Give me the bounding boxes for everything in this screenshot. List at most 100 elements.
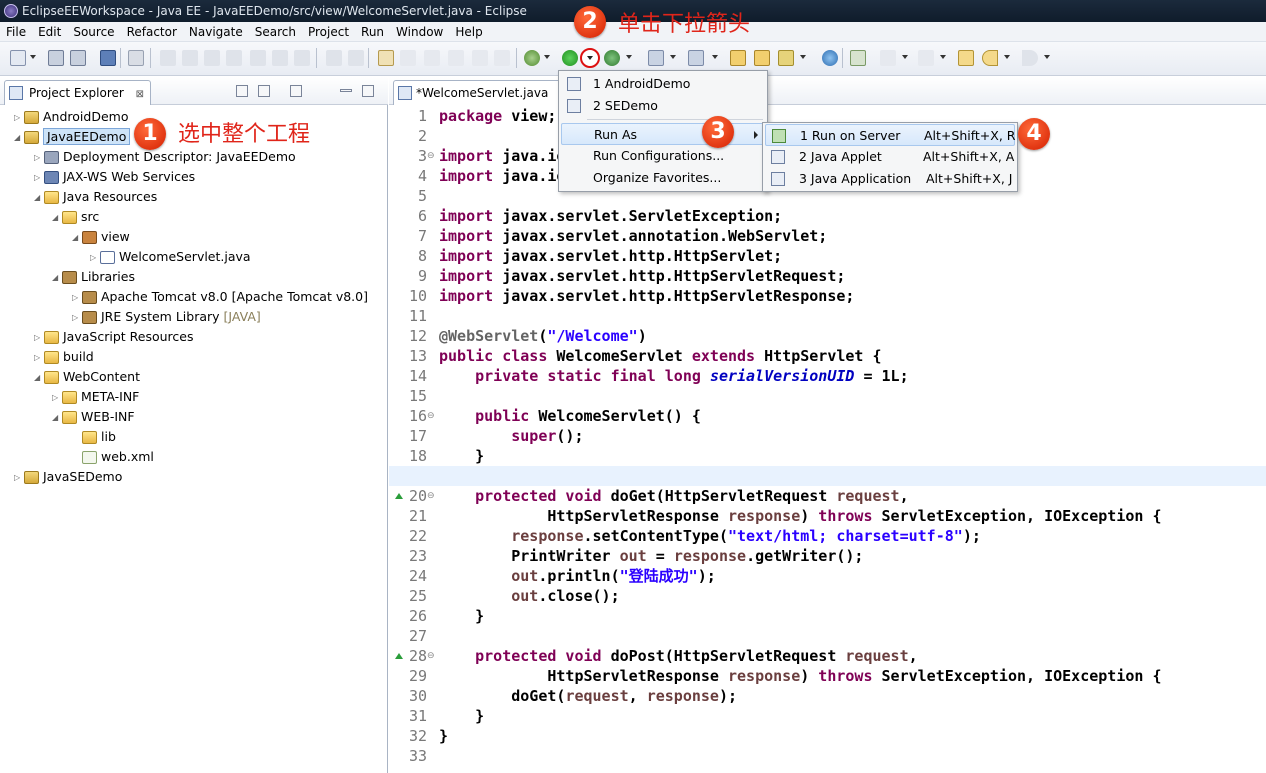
disconnect-icon[interactable] [226, 50, 242, 66]
web-browser-icon[interactable] [400, 50, 416, 66]
fold-toggle-icon[interactable]: ⊖ [427, 651, 435, 661]
tree-item-lib[interactable]: lib [72, 427, 116, 447]
minimize-icon[interactable] [340, 89, 352, 92]
run-icon[interactable] [562, 50, 578, 66]
menu-window[interactable]: Window [390, 22, 449, 42]
tree-item-meta-inf[interactable]: ▷ META-INF [52, 387, 139, 407]
fold-toggle-icon[interactable]: ⊖ [427, 491, 435, 501]
collapse-arrow-icon[interactable]: ◢ [52, 268, 62, 288]
menu-help[interactable]: Help [449, 22, 488, 42]
run-dropdown-arrow[interactable] [580, 48, 600, 68]
previous-annotation-icon[interactable] [918, 50, 934, 66]
fold-toggle-icon[interactable]: ⊖ [427, 411, 435, 421]
open-console-icon[interactable] [100, 50, 116, 66]
close-icon[interactable]: ⊠ [136, 82, 144, 107]
menu-item-java-application[interactable]: 3 Java Application Alt+Shift+X, J [765, 168, 1015, 190]
tree-item-web-xml[interactable]: web.xml [72, 447, 154, 467]
debug-icon[interactable] [524, 50, 540, 66]
expand-arrow-icon[interactable]: ▷ [90, 248, 100, 268]
annotation-nav-icon[interactable] [880, 50, 896, 66]
expand-arrow-icon[interactable]: ▷ [14, 468, 24, 488]
toggle-icon[interactable] [424, 50, 440, 66]
open-type-icon[interactable] [730, 50, 746, 66]
drop-to-frame-icon[interactable] [326, 50, 342, 66]
tab-project-explorer[interactable]: Project Explorer ⊠ [4, 80, 152, 107]
expand-arrow-icon[interactable]: ▷ [72, 308, 82, 328]
tree-item-deployment-descriptor[interactable]: ▷ Deployment Descriptor: JavaEEDemo [34, 147, 296, 167]
expand-arrow-icon[interactable]: ▷ [14, 108, 24, 128]
new-server-icon[interactable] [648, 50, 664, 66]
menu-run[interactable]: Run [355, 22, 390, 42]
save-all-icon[interactable] [70, 50, 86, 66]
menu-file[interactable]: File [0, 22, 32, 42]
collapse-arrow-icon[interactable]: ◢ [34, 368, 44, 388]
override-marker-icon[interactable] [395, 493, 403, 499]
tab-welcomeservlet[interactable]: *WelcomeServlet.java ⊠ [393, 80, 576, 105]
expand-arrow-icon[interactable]: ▷ [34, 348, 44, 368]
tree-item-build[interactable]: ▷ build [34, 347, 94, 367]
expand-arrow-icon[interactable]: ▷ [34, 328, 44, 348]
menu-edit[interactable]: Edit [32, 22, 67, 42]
collapse-arrow-icon[interactable]: ◢ [72, 228, 82, 248]
code-area[interactable]: 1234567891011121314151617181920212223242… [389, 106, 1266, 773]
maximize-icon[interactable] [362, 85, 374, 97]
run-history-androiddemo[interactable]: 1 AndroidDemo [561, 73, 765, 95]
search-dropdown-arrow[interactable] [800, 55, 806, 59]
collapse-arrow-icon[interactable]: ◢ [52, 408, 62, 428]
link-with-editor-icon[interactable] [258, 85, 270, 97]
menu-item-run-configurations[interactable]: Run Configurations... [561, 145, 765, 167]
back-dropdown-arrow[interactable] [1004, 55, 1010, 59]
menu-item-run-on-server[interactable]: 1 Run on Server Alt+Shift+X, R [765, 124, 1015, 146]
globe-icon[interactable] [822, 50, 838, 66]
tree-item-libraries[interactable]: ◢ Libraries [52, 267, 135, 287]
expand-arrow-icon[interactable]: ▷ [72, 288, 82, 308]
open-folder-icon[interactable] [754, 50, 770, 66]
expand-arrow-icon[interactable]: ▷ [34, 148, 44, 168]
search-icon[interactable] [778, 50, 794, 66]
tree-item-javascript-resources[interactable]: ▷ JavaScript Resources [34, 327, 193, 347]
collapse-arrow-icon[interactable]: ◢ [14, 128, 24, 148]
back-icon[interactable] [982, 50, 998, 66]
menu-navigate[interactable]: Navigate [183, 22, 249, 42]
menu-refactor[interactable]: Refactor [121, 22, 183, 42]
web-service-dropdown-arrow[interactable] [712, 55, 718, 59]
tree-item-tomcat[interactable]: ▷ Apache Tomcat v8.0 [Apache Tomcat v8.0] [72, 287, 368, 307]
suspend-icon[interactable] [182, 50, 198, 66]
fold-toggle-icon[interactable]: ⊖ [427, 151, 435, 161]
pin-icon[interactable] [378, 50, 394, 66]
tree-item-java-resources[interactable]: ◢ Java Resources [34, 187, 157, 207]
next-annotation-icon[interactable] [850, 50, 866, 66]
override-marker-icon[interactable] [395, 653, 403, 659]
block-selection-icon[interactable] [472, 50, 488, 66]
debug-dropdown-arrow[interactable] [544, 55, 550, 59]
resume-icon[interactable] [160, 50, 176, 66]
collapse-arrow-icon[interactable]: ◢ [34, 188, 44, 208]
tree-item-javaeedemo[interactable]: ◢ JavaEEDemo [14, 127, 131, 148]
tree-item-web-inf[interactable]: ◢ WEB-INF [52, 407, 135, 427]
new-icon[interactable] [10, 50, 26, 66]
tree-item-view[interactable]: ◢ view [72, 227, 130, 247]
last-edit-location-icon[interactable] [958, 50, 974, 66]
run-external-tool-icon[interactable] [604, 50, 620, 66]
step-return-icon[interactable] [294, 50, 310, 66]
new-web-service-icon[interactable] [688, 50, 704, 66]
tree-item-javasedemo[interactable]: ▷ JavaSEDemo [14, 467, 122, 487]
skip-breakpoints-icon[interactable] [128, 50, 144, 66]
expand-arrow-icon[interactable]: ▷ [52, 388, 62, 408]
menu-item-run-as[interactable]: Run As [561, 123, 765, 145]
collapse-arrow-icon[interactable]: ◢ [52, 208, 62, 228]
external-tool-dropdown-arrow[interactable] [626, 55, 632, 59]
show-whitespace-icon[interactable] [494, 50, 510, 66]
terminate-icon[interactable] [204, 50, 220, 66]
menu-item-organize-favorites[interactable]: Organize Favorites... [561, 167, 765, 189]
step-over-icon[interactable] [272, 50, 288, 66]
view-menu-icon[interactable] [290, 85, 302, 97]
menu-item-java-applet[interactable]: 2 Java Applet Alt+Shift+X, A [765, 146, 1015, 168]
tree-item-androiddemo[interactable]: ▷ AndroidDemo [14, 107, 128, 127]
forward-dropdown-arrow[interactable] [1044, 55, 1050, 59]
menu-source[interactable]: Source [67, 22, 120, 42]
use-step-filters-icon[interactable] [348, 50, 364, 66]
run-history-sedemo[interactable]: 2 SEDemo [561, 95, 765, 117]
step-into-icon[interactable] [250, 50, 266, 66]
expand-arrow-icon[interactable]: ▷ [34, 168, 44, 188]
